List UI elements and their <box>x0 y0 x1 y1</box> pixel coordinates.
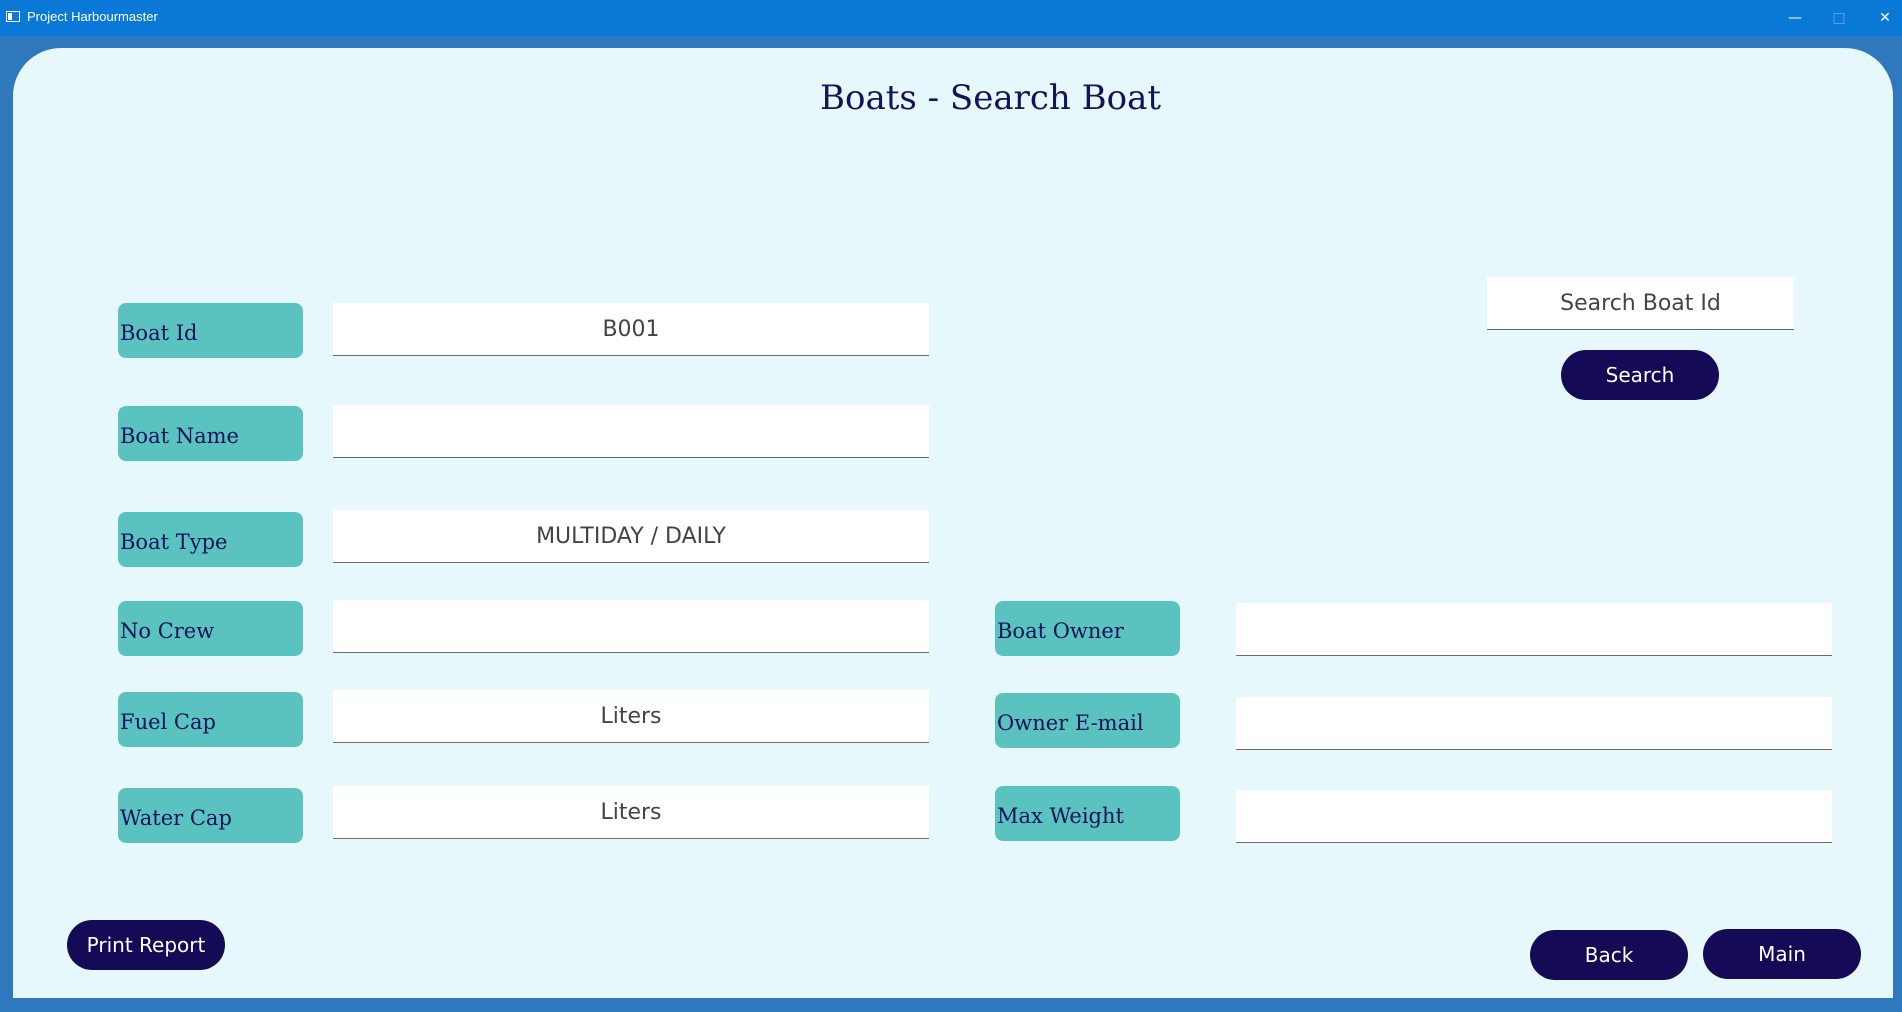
search-boat-id-input[interactable] <box>1487 277 1794 329</box>
boat-owner-input[interactable] <box>1236 603 1832 655</box>
boat-name-field[interactable] <box>333 405 929 458</box>
close-icon[interactable]: ✕ <box>1862 0 1902 36</box>
no-crew-label: No Crew <box>118 601 303 656</box>
boat-owner-field[interactable] <box>1236 603 1832 656</box>
max-weight-input[interactable] <box>1236 790 1832 842</box>
boat-id-input[interactable] <box>333 303 929 355</box>
fuel-cap-input[interactable] <box>333 690 929 742</box>
print-report-button[interactable]: Print Report <box>67 920 225 970</box>
boat-id-field[interactable] <box>333 303 929 356</box>
boat-name-input[interactable] <box>333 405 929 457</box>
boat-name-label: Boat Name <box>118 406 303 461</box>
main-button[interactable]: Main <box>1703 929 1861 979</box>
no-crew-input[interactable] <box>333 600 929 652</box>
water-cap-label: Water Cap <box>118 788 303 843</box>
boat-owner-label: Boat Owner <box>995 601 1180 656</box>
fuel-cap-field[interactable] <box>333 690 929 743</box>
boat-id-label: Boat Id <box>118 303 303 358</box>
boat-type-label: Boat Type <box>118 512 303 567</box>
owner-email-input[interactable] <box>1236 697 1832 749</box>
max-weight-label: Max Weight <box>995 786 1180 841</box>
window-titlebar: Project Harbourmaster — □ ✕ <box>0 0 1902 36</box>
minimize-icon[interactable]: — <box>1772 0 1818 36</box>
maximize-icon[interactable]: □ <box>1816 0 1862 36</box>
water-cap-input[interactable] <box>333 786 929 838</box>
max-weight-field[interactable] <box>1236 790 1832 843</box>
no-crew-field[interactable] <box>333 600 929 653</box>
water-cap-field[interactable] <box>333 786 929 839</box>
app-window-icon <box>6 11 20 22</box>
page-title: Boats - Search Boat <box>819 78 1161 118</box>
window-title: Project Harbourmaster <box>27 9 158 24</box>
owner-email-field[interactable] <box>1236 697 1832 750</box>
owner-email-label: Owner E-mail <box>995 693 1180 748</box>
boat-type-field[interactable] <box>333 510 929 563</box>
search-boat-id-field[interactable] <box>1487 277 1794 330</box>
boat-type-input[interactable] <box>333 510 929 562</box>
fuel-cap-label: Fuel Cap <box>118 692 303 747</box>
search-button[interactable]: Search <box>1561 350 1719 400</box>
back-button[interactable]: Back <box>1530 930 1688 980</box>
